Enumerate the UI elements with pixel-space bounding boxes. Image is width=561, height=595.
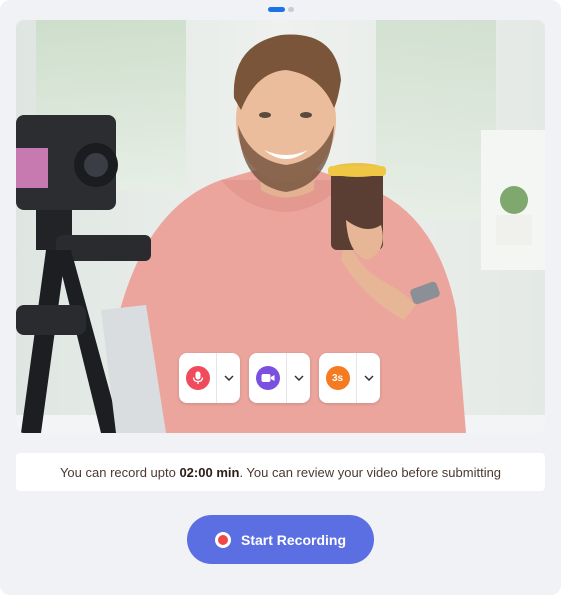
chevron-down-icon — [223, 375, 234, 381]
info-prefix: You can record upto — [59, 464, 180, 480]
microphone-toggle-button[interactable] — [179, 353, 217, 403]
microphone-control[interactable] — [179, 353, 240, 403]
camera-control[interactable] — [249, 353, 310, 403]
camera-options-button[interactable] — [287, 375, 310, 381]
start-recording-label: Start Recording — [240, 531, 346, 548]
record-icon — [214, 531, 231, 548]
pager-dot-inactive[interactable] — [287, 7, 294, 12]
info-suffix: . You can review your video before submi… — [239, 464, 502, 480]
microphone-icon — [185, 366, 210, 390]
device-controls: 3s — [179, 353, 380, 403]
chevron-down-icon — [293, 375, 304, 381]
timer-options-button[interactable] — [357, 375, 380, 381]
info-duration: 02:00 min — [179, 464, 240, 480]
video-preview: 3s — [16, 20, 545, 433]
timer-toggle-button[interactable]: 3s — [319, 353, 357, 403]
chevron-down-icon — [363, 375, 374, 381]
timer-icon: 3s — [325, 366, 350, 390]
timer-label: 3s — [331, 372, 344, 384]
pager — [0, 7, 561, 12]
timer-control[interactable]: 3s — [319, 353, 380, 403]
start-recording-button[interactable]: Start Recording — [187, 515, 374, 564]
recording-card: 3s You can record upto 02:00 min . You c… — [0, 0, 561, 595]
recording-info-banner: You can record upto 02:00 min . You can … — [16, 453, 545, 491]
microphone-options-button[interactable] — [217, 375, 240, 381]
pager-dot-active[interactable] — [267, 7, 285, 12]
video-camera-icon — [255, 366, 280, 390]
camera-toggle-button[interactable] — [249, 353, 287, 403]
